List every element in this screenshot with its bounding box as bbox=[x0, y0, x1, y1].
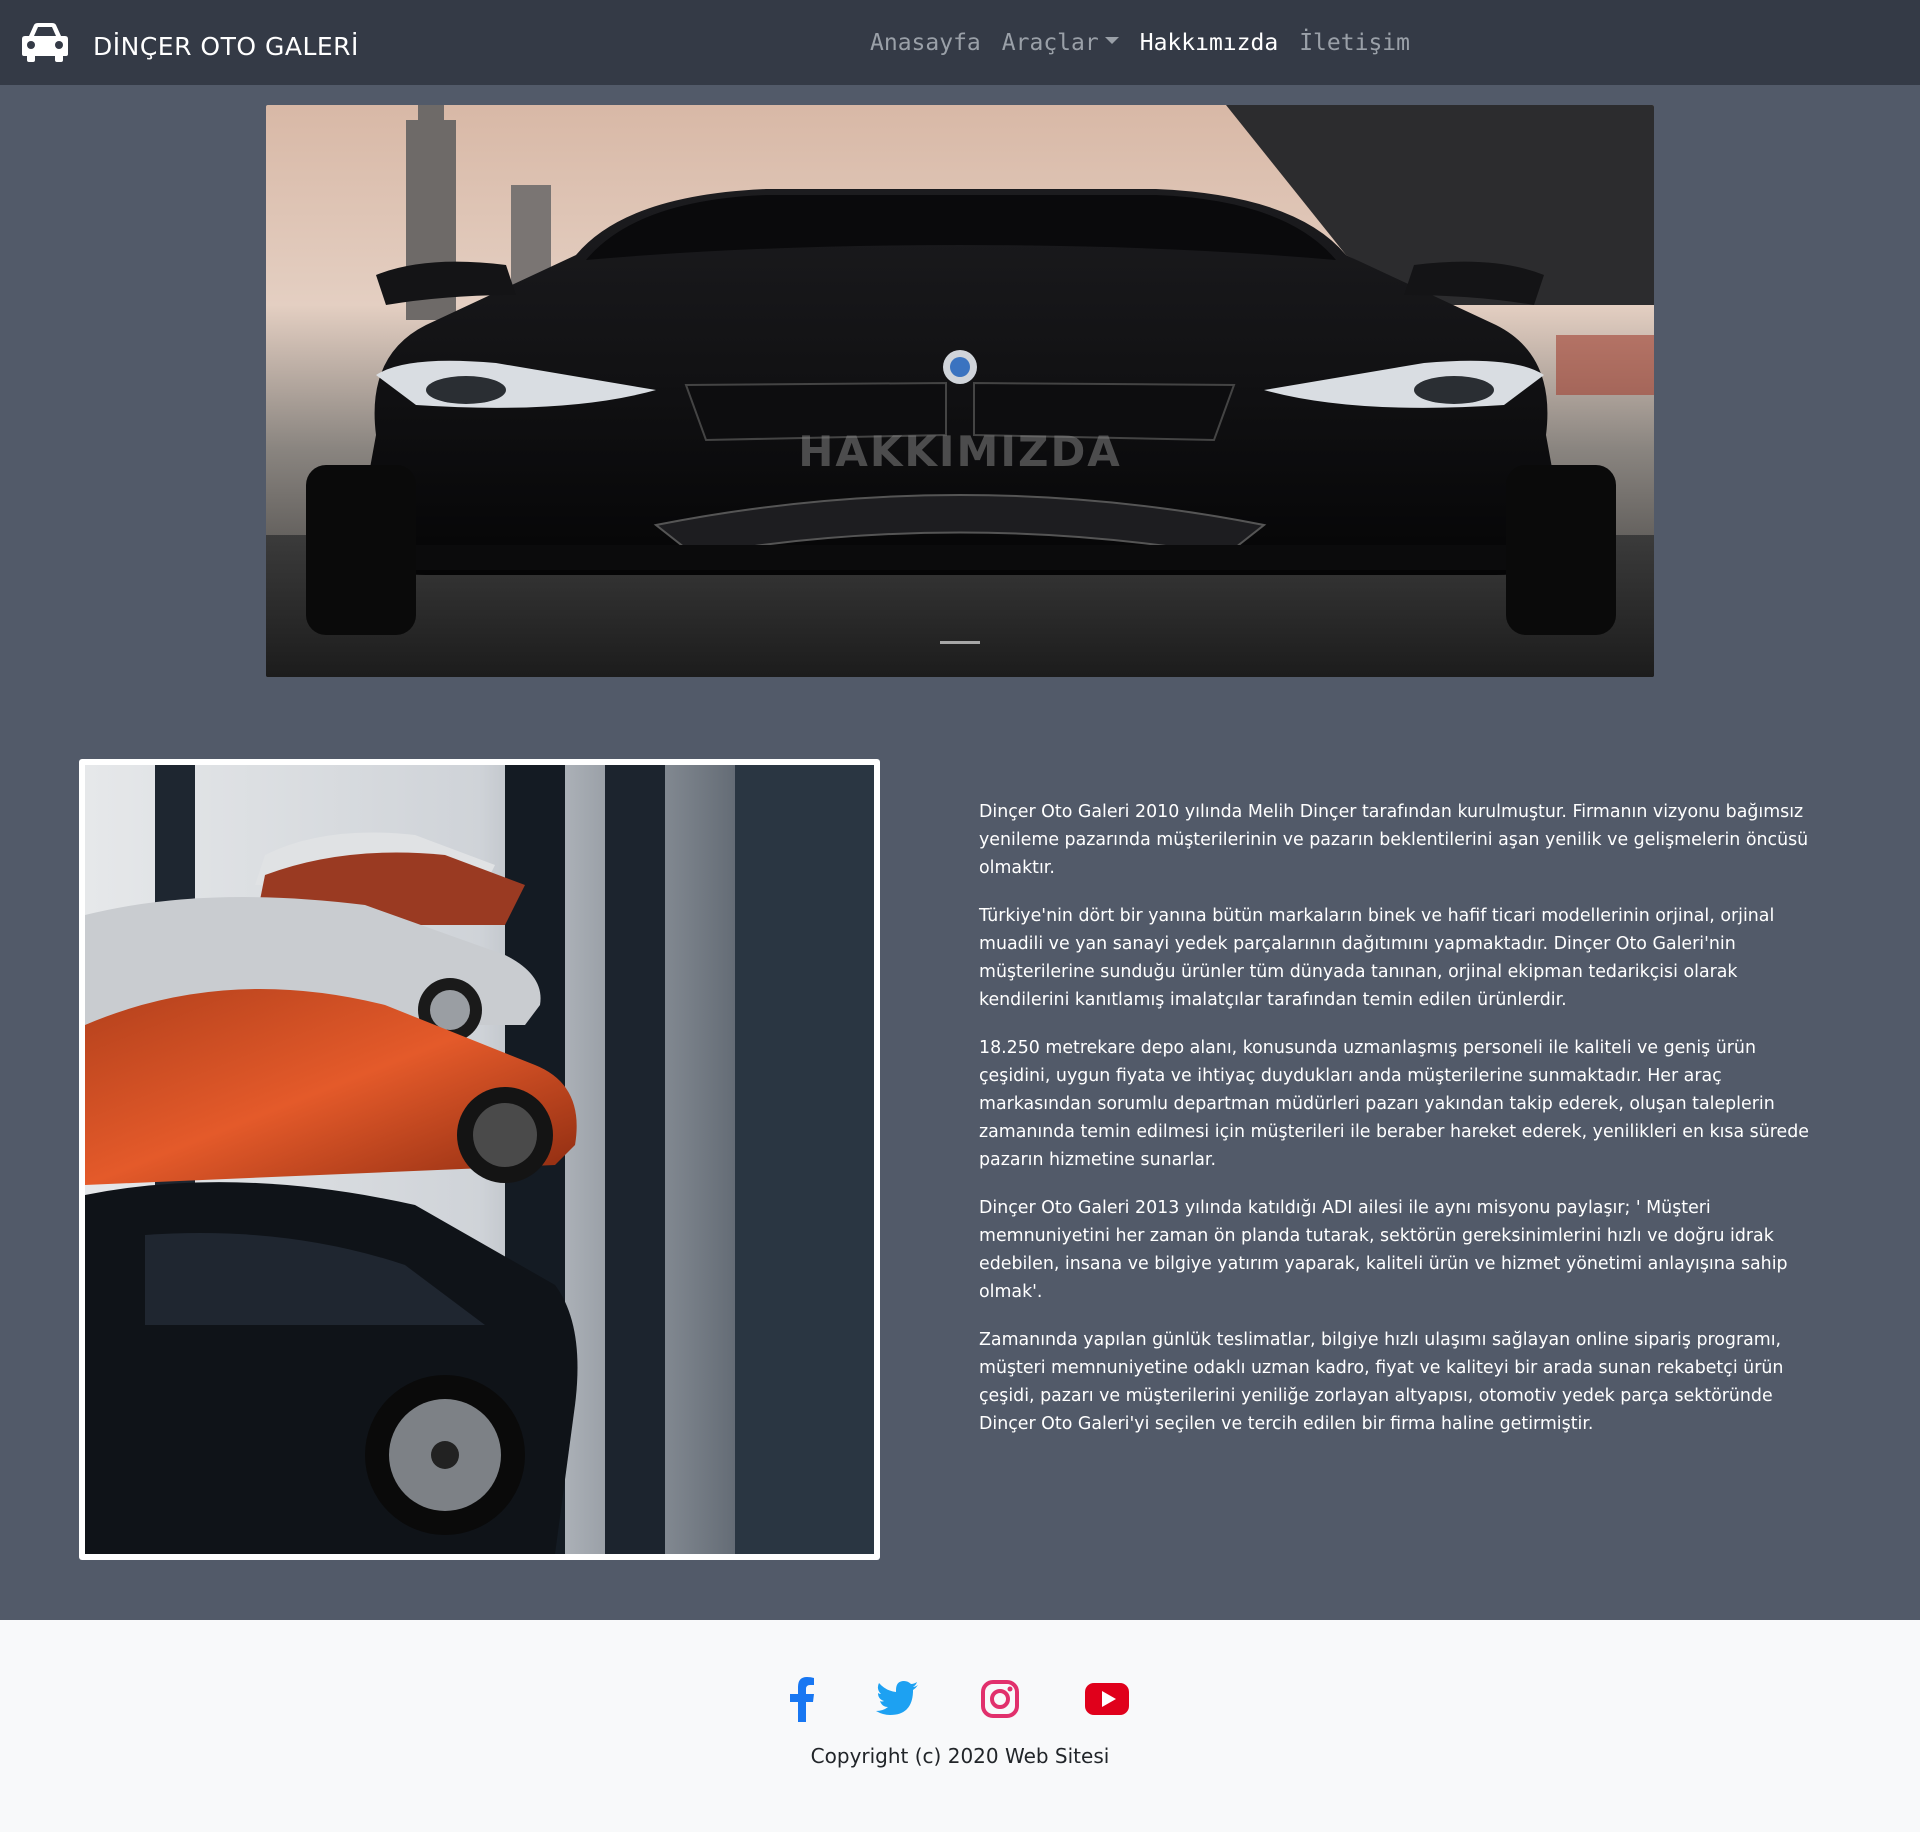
nav-item-anasayfa[interactable]: Anasayfa bbox=[870, 30, 981, 56]
nav-item-hakkimizda[interactable]: Hakkımızda bbox=[1140, 30, 1278, 56]
navbar: DİNÇER OTO GALERİ Anasayfa Araçlar Hakkı… bbox=[0, 0, 1920, 85]
brand-name[interactable]: DİNÇER OTO GALERİ bbox=[93, 32, 359, 61]
about-text: Dinçer Oto Galeri 2010 yılında Melih Din… bbox=[979, 798, 1829, 1458]
chevron-down-icon bbox=[1104, 37, 1119, 44]
showroom-cars-image bbox=[85, 765, 874, 1554]
about-paragraph: Dinçer Oto Galeri 2013 yılında katıldığı… bbox=[979, 1198, 1788, 1302]
nav-item-araclar-label: Araçlar bbox=[1001, 30, 1099, 56]
car-icon[interactable] bbox=[19, 20, 71, 62]
social-links bbox=[0, 1676, 1920, 1724]
nav-item-araclar[interactable]: Araçlar bbox=[1002, 30, 1119, 56]
about-paragraph: 18.250 metrekare depo alanı, konusunda u… bbox=[979, 1038, 1809, 1170]
instagram-icon[interactable] bbox=[981, 1676, 1019, 1722]
footer bbox=[0, 1620, 1920, 1832]
nav-item-iletisim[interactable]: İletişim bbox=[1299, 30, 1410, 56]
hero-car-image bbox=[266, 105, 1654, 677]
about-paragraph: Zamanında yapılan günlük teslimatlar, bi… bbox=[979, 1330, 1784, 1434]
hero-banner: HAKKIMIZDA bbox=[266, 105, 1654, 677]
youtube-icon[interactable] bbox=[1085, 1676, 1129, 1722]
twitter-icon[interactable] bbox=[876, 1676, 918, 1722]
about-paragraph: Dinçer Oto Galeri 2010 yılında Melih Din… bbox=[979, 802, 1809, 878]
about-image bbox=[79, 759, 880, 1560]
copyright: Copyright (c) 2020 Web Sitesi bbox=[810, 1744, 1110, 1768]
about-paragraph: Türkiye'nin dört bir yanına bütün markal… bbox=[979, 906, 1775, 1010]
hero-title: HAKKIMIZDA bbox=[798, 427, 1122, 476]
main-nav: Anasayfa Araçlar Hakkımızda İletişim bbox=[870, 28, 1431, 58]
facebook-icon[interactable] bbox=[789, 1676, 815, 1722]
carousel-indicator[interactable] bbox=[940, 641, 980, 644]
